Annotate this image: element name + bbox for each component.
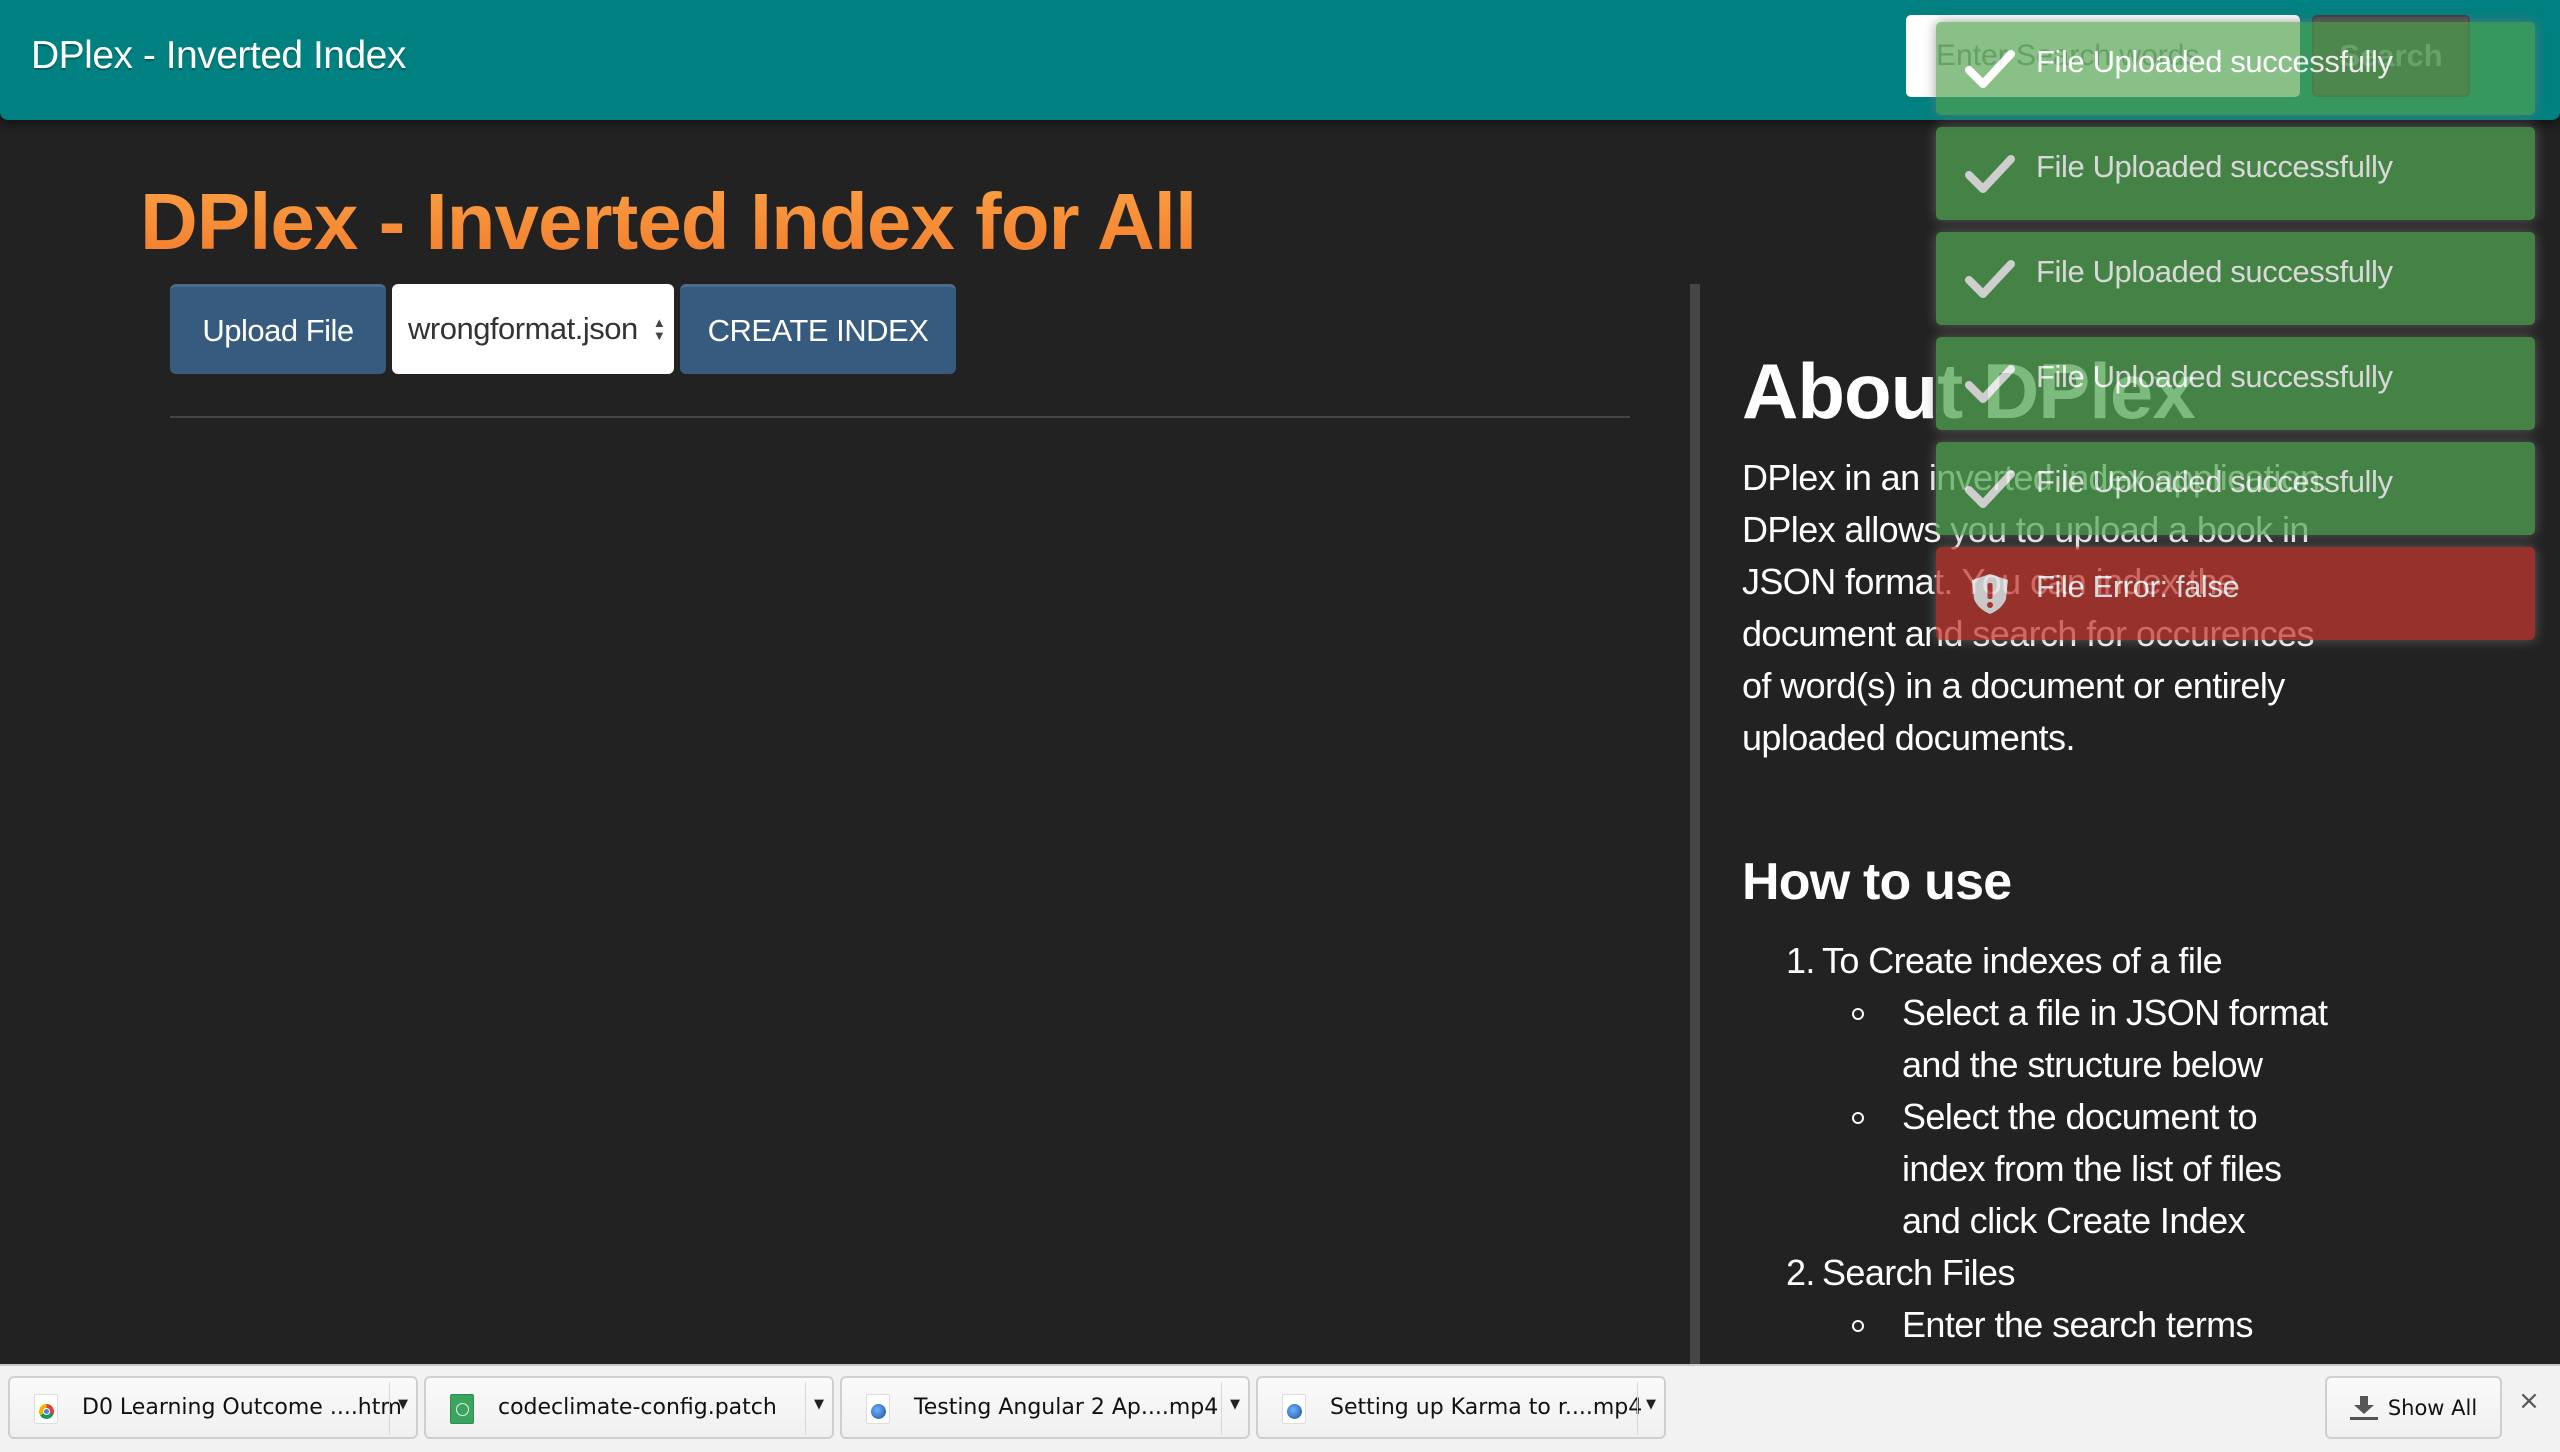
caret-down-icon[interactable]: ▼ — [1228, 1398, 1242, 1412]
howto-substep: Select the document to index from the li… — [1822, 1091, 2342, 1247]
check-icon — [1965, 155, 2015, 193]
howto-step: 2. Search Files Enter the search terms — [1742, 1247, 2442, 1351]
toast-message: File Uploaded successfully — [2036, 254, 2393, 289]
step-label: To Create indexes of a file — [1822, 940, 2223, 981]
file-select-value: wrongformat.json — [408, 311, 638, 346]
check-icon — [1965, 365, 2015, 403]
howto-step: 1. To Create indexes of a file Select a … — [1742, 935, 2442, 1247]
bullet-icon — [1852, 1112, 1864, 1124]
toast-message: File Error: false — [2036, 569, 2240, 604]
divider-horizontal — [170, 416, 1630, 418]
download-icon — [2349, 1395, 2378, 1420]
shield-alert-icon — [1972, 574, 2008, 614]
toast-success[interactable]: File Uploaded successfully — [1936, 22, 2535, 115]
show-all-button[interactable]: Show All — [2325, 1376, 2502, 1439]
divider-vertical — [1690, 284, 1700, 1364]
check-icon — [1965, 260, 2015, 298]
download-separator — [389, 1382, 390, 1435]
quicktime-file-icon — [866, 1394, 890, 1424]
caret-down-icon[interactable]: ▼ — [1644, 1398, 1658, 1412]
file-select[interactable]: wrongformat.json ▲ ▼ — [392, 284, 674, 374]
toast-success[interactable]: File Uploaded successfully — [1936, 337, 2535, 430]
toast-success[interactable]: File Uploaded successfully — [1936, 442, 2535, 535]
download-filename: codeclimate-config.patch — [498, 1395, 777, 1420]
howto-substep: Select a file in JSON format and the str… — [1822, 987, 2342, 1091]
toast-message: File Uploaded successfully — [2036, 149, 2393, 184]
upload-file-button[interactable]: Upload File — [170, 284, 386, 374]
toast-success[interactable]: File Uploaded successfully — [1936, 127, 2535, 220]
show-all-label: Show All — [2387, 1395, 2478, 1420]
substep-text: Select a file in JSON format and the str… — [1902, 992, 2328, 1085]
create-index-button[interactable]: CREATE INDEX — [680, 284, 956, 374]
page-title: DPlex - Inverted Index for All — [140, 177, 1197, 266]
howto-substep: Enter the search terms — [1822, 1299, 2342, 1351]
download-separator — [805, 1382, 806, 1435]
howto-steps: 1. To Create indexes of a file Select a … — [1742, 935, 2442, 1351]
bullet-icon — [1852, 1008, 1864, 1020]
howto-title: How to use — [1742, 853, 2012, 911]
caret-down-icon[interactable]: ▼ — [812, 1398, 826, 1412]
check-icon — [1965, 50, 2015, 88]
toast-message: File Uploaded successfully — [2036, 44, 2393, 79]
select-arrows-icon: ▲ ▼ — [652, 315, 666, 343]
toast-error[interactable]: File Error: false — [1936, 547, 2535, 640]
toast-message: File Uploaded successfully — [2036, 359, 2393, 394]
atom-file-icon — [450, 1394, 474, 1424]
download-item[interactable]: Testing Angular 2 Ap....mp4 ▼ — [840, 1376, 1250, 1439]
download-filename: Testing Angular 2 Ap....mp4 — [914, 1395, 1219, 1420]
download-filename: Setting up Karma to r....mp4 — [1330, 1395, 1643, 1420]
quicktime-file-icon — [1282, 1394, 1306, 1424]
check-icon — [1965, 470, 2015, 508]
download-separator — [1221, 1382, 1222, 1435]
caret-down-icon[interactable]: ▼ — [396, 1398, 410, 1412]
substep-text: Enter the search terms — [1902, 1304, 2254, 1345]
download-separator — [1637, 1382, 1638, 1435]
download-item[interactable]: D0 Learning Outcome ....htm ▼ — [8, 1376, 418, 1439]
toast-success[interactable]: File Uploaded successfully — [1936, 232, 2535, 325]
downloads-bar: D0 Learning Outcome ....htm ▼ codeclimat… — [0, 1364, 2560, 1452]
step-number: 2. — [1786, 1252, 1815, 1293]
toast-message: File Uploaded successfully — [2036, 464, 2393, 499]
close-icon[interactable]: × — [2518, 1388, 2540, 1414]
chrome-file-icon — [34, 1394, 58, 1424]
download-item[interactable]: Setting up Karma to r....mp4 ▼ — [1256, 1376, 1666, 1439]
bullet-icon — [1852, 1320, 1864, 1332]
download-item[interactable]: codeclimate-config.patch ▼ — [424, 1376, 834, 1439]
download-filename: D0 Learning Outcome ....htm — [82, 1395, 402, 1420]
step-number: 1. — [1786, 940, 1815, 981]
substep-text: Select the document to index from the li… — [1902, 1096, 2282, 1241]
brand-title[interactable]: DPlex - Inverted Index — [31, 34, 406, 78]
toast-container: File Uploaded successfully File Uploaded… — [1936, 22, 2535, 652]
step-label: Search Files — [1822, 1252, 2015, 1293]
